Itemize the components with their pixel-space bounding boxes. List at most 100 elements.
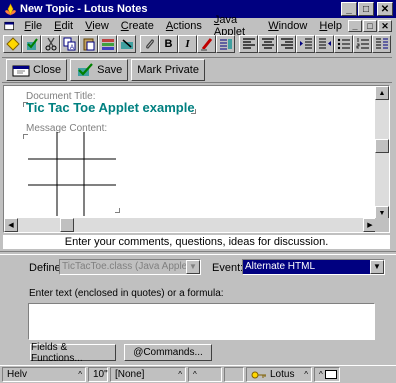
align-right-tool[interactable]: [277, 35, 296, 53]
list-icon: [375, 38, 388, 49]
align-left-icon: [242, 38, 255, 49]
cut-tool[interactable]: [41, 35, 60, 53]
document-content: Document Title: Tic Tac Toe Applet examp…: [4, 86, 377, 220]
size-status[interactable]: 10": [88, 367, 108, 382]
commands-label: @Commands...: [133, 347, 203, 358]
document-icon[interactable]: [4, 20, 15, 32]
title-bar: New Topic - Lotus Notes _ □ ✕: [0, 0, 396, 18]
highlight-tool[interactable]: [197, 35, 216, 53]
paste-tool[interactable]: [79, 35, 98, 53]
mail-status[interactable]: ^: [314, 367, 340, 382]
svg-text:A: A: [70, 45, 74, 51]
pane-splitter[interactable]: [0, 251, 396, 255]
close-window-button[interactable]: ✕: [377, 2, 393, 16]
navigator-tool[interactable]: [3, 35, 22, 53]
numbers-tool[interactable]: [353, 35, 372, 53]
event-label: Event:: [212, 262, 244, 274]
list-tool[interactable]: [372, 35, 391, 53]
outdent-icon: [318, 38, 331, 49]
text-properties-tool[interactable]: [216, 35, 235, 53]
minimize-icon: _: [346, 3, 352, 15]
layers-icon: [101, 39, 114, 50]
lotus-notes-icon[interactable]: [3, 2, 17, 16]
save-button[interactable]: Save: [70, 59, 129, 81]
vertical-scrollbar[interactable]: ▲ ▼: [375, 86, 389, 220]
mark-private-button-label: Mark Private: [137, 64, 199, 76]
scroll-left-button[interactable]: ◀: [4, 218, 18, 232]
doc-close-button[interactable]: ✕: [378, 20, 392, 32]
hotspot-icon: [120, 39, 133, 49]
menu-bar: File Edit View Create Actions Java Apple…: [0, 14, 396, 38]
formula-input[interactable]: [28, 303, 375, 340]
horizontal-scroll-thumb[interactable]: [60, 218, 74, 232]
menu-actions[interactable]: Actions: [160, 20, 208, 32]
close-button[interactable]: Close: [6, 59, 68, 81]
fields-functions-button[interactable]: Fields & Functions...: [30, 342, 116, 364]
align-center-icon: [261, 38, 274, 49]
doc-restore-button[interactable]: □: [363, 20, 377, 32]
status-bar: Helv ^ 10" [None] ^ ^ Lotus ^ ^: [0, 365, 396, 383]
menu-help[interactable]: Help: [313, 20, 348, 32]
menu-edit[interactable]: Edit: [48, 20, 79, 32]
menu-create[interactable]: Create: [115, 20, 160, 32]
close-document-icon: [12, 65, 30, 77]
caret-up-icon: ^: [78, 370, 82, 379]
paperclip-icon: [145, 39, 154, 49]
outdent-tool[interactable]: [315, 35, 334, 53]
vertical-scroll-thumb[interactable]: [375, 139, 389, 153]
copy-tool[interactable]: A: [60, 35, 79, 53]
indent-tool[interactable]: [296, 35, 315, 53]
font-status[interactable]: Helv ^: [2, 367, 86, 382]
numbered-list-icon: [356, 38, 369, 49]
tic-tac-toe-applet[interactable]: [28, 132, 116, 216]
align-left-tool[interactable]: [239, 35, 258, 53]
document-title-field[interactable]: Tic Tac Toe Applet example: [26, 100, 195, 115]
style-status[interactable]: [None] ^: [110, 367, 186, 382]
formula-label: Enter text (enclosed in quotes) or a for…: [29, 288, 224, 299]
field-bracket-close-icon: [115, 208, 120, 213]
key-icon: [251, 371, 266, 378]
right-arrow-icon: ▶: [367, 222, 373, 229]
layer-tool[interactable]: [98, 35, 117, 53]
document-window-controls: _ □ ✕: [348, 20, 393, 32]
mark-private-button[interactable]: Mark Private: [131, 59, 205, 81]
diamond-icon: [5, 37, 20, 51]
location-status[interactable]: Lotus ^: [246, 367, 312, 382]
caret-up-icon: ^: [178, 370, 182, 379]
attach-tool[interactable]: [140, 35, 159, 53]
commands-button[interactable]: @Commands...: [124, 344, 212, 361]
event-dropdown[interactable]: Alternate HTML ▼: [242, 259, 385, 275]
copy-icon: A: [63, 37, 75, 51]
align-center-tool[interactable]: [258, 35, 277, 53]
bold-icon: B: [164, 38, 173, 50]
minimize-icon: _: [352, 21, 358, 31]
define-value: TicTacToe.class (Java Applet): [62, 261, 194, 272]
save-check-icon: [26, 38, 38, 50]
down-arrow-icon: ▼: [378, 209, 386, 217]
menu-file[interactable]: File: [18, 20, 48, 32]
chevron-down-icon[interactable]: ▼: [186, 260, 200, 274]
doc-minimize-button[interactable]: _: [348, 20, 362, 32]
minimize-button[interactable]: _: [341, 2, 357, 16]
close-button-label: Close: [33, 64, 62, 76]
maximize-button[interactable]: □: [358, 2, 374, 16]
menu-view[interactable]: View: [79, 20, 115, 32]
chevron-down-icon[interactable]: ▼: [370, 260, 384, 274]
scroll-up-button[interactable]: ▲: [375, 86, 389, 100]
bold-tool[interactable]: B: [159, 35, 178, 53]
define-dropdown[interactable]: TicTacToe.class (Java Applet) ▼: [59, 259, 201, 275]
save-tool[interactable]: [22, 35, 41, 53]
text-properties-icon: [219, 39, 232, 50]
italic-tool[interactable]: I: [178, 35, 197, 53]
align-right-icon: [280, 38, 293, 49]
save-check-icon: [78, 63, 93, 76]
location-name: Lotus: [270, 369, 295, 380]
horizontal-scrollbar[interactable]: ◀ ▶: [4, 218, 377, 232]
indent-icon: [299, 38, 312, 49]
window-title: New Topic - Lotus Notes: [20, 3, 148, 15]
hotspot-tool[interactable]: [117, 35, 136, 53]
inbox-icon: [324, 370, 337, 379]
bullets-tool[interactable]: [334, 35, 353, 53]
maximize-icon: □: [362, 3, 370, 15]
menu-window[interactable]: Window: [262, 20, 313, 32]
